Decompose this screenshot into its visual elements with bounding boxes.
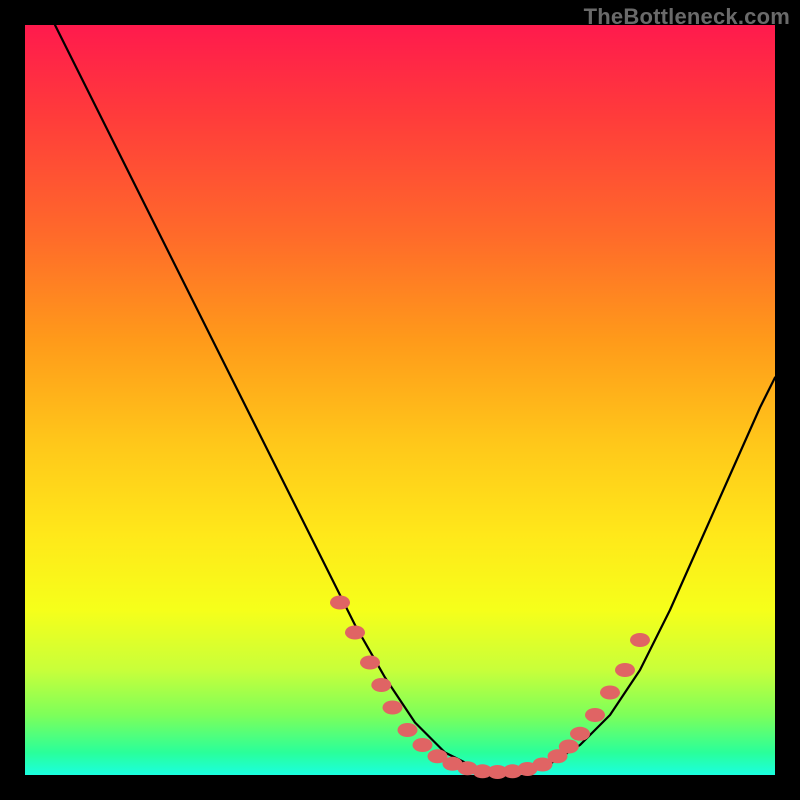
curve-marker [398, 723, 418, 737]
plot-area [25, 25, 775, 775]
curve-marker [330, 596, 350, 610]
watermark-text: TheBottleneck.com [584, 4, 790, 30]
curve-marker [570, 727, 590, 741]
curve-marker [615, 663, 635, 677]
curve-layer [25, 25, 775, 775]
curve-marker [630, 633, 650, 647]
curve-marker [371, 678, 391, 692]
curve-marker [413, 738, 433, 752]
bottleneck-curve [55, 25, 775, 772]
curve-marker [585, 708, 605, 722]
curve-marker [360, 656, 380, 670]
curve-marker [559, 740, 579, 754]
curve-marker [600, 686, 620, 700]
curve-markers [330, 596, 650, 780]
curve-marker [383, 701, 403, 715]
chart-frame: TheBottleneck.com [0, 0, 800, 800]
curve-marker [345, 626, 365, 640]
